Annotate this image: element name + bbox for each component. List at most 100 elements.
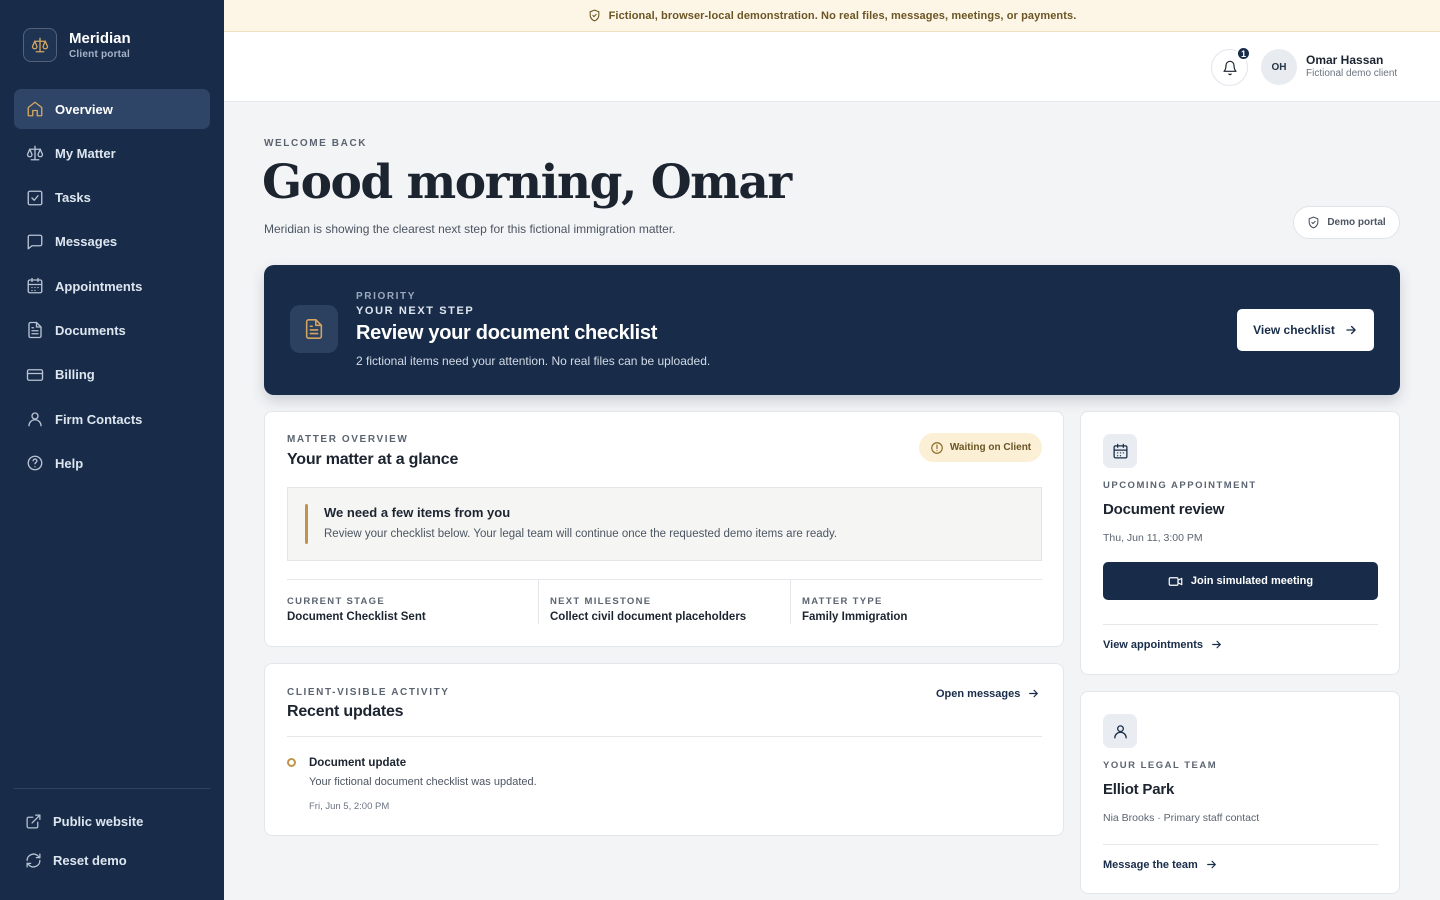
message-team-label: Message the team [1103,858,1198,871]
user-icon [26,410,44,428]
scales-logo-icon [23,28,57,62]
welcome-subtitle: Meridian is showing the clearest next st… [264,222,676,236]
sidebar-item-overview[interactable]: Overview [14,89,210,129]
sidebar-item-documents[interactable]: Documents [14,310,210,350]
upcoming-appointment-card: UPCOMING APPOINTMENT Document review Thu… [1080,411,1400,675]
message-team-link[interactable]: Message the team [1103,858,1218,871]
video-icon [1168,574,1183,589]
external-link-icon [24,812,42,830]
divider [287,579,1042,580]
stat-next-milestone: NEXT MILESTONE Collect civil document pl… [550,596,746,623]
view-checklist-button[interactable]: View checklist [1237,309,1374,351]
scales-icon [26,144,44,162]
priority-step-label: YOUR NEXT STEP [356,305,475,317]
stat-matter-type: MATTER TYPE Family Immigration [802,596,907,623]
brand-name: Meridian [69,29,131,47]
divider [1103,624,1378,625]
message-icon [26,233,44,251]
top-header: 1 OH Omar Hassan Fictional demo client [224,32,1440,102]
status-label: Waiting on Client [949,442,1032,453]
help-circle-icon [26,454,44,472]
brand-subtitle: Client portal [69,48,130,60]
bell-icon [1222,60,1238,76]
activity-item-title: Document update [309,757,407,769]
user-name: Omar Hassan [1306,53,1384,67]
sidebar-item-label: Billing [55,367,95,383]
view-appointments-link[interactable]: View appointments [1103,638,1223,651]
avatar[interactable]: OH [1261,49,1297,85]
appointment-datetime: Thu, Jun 11, 3:00 PM [1103,532,1203,544]
brand[interactable]: Meridian Client portal [23,28,131,62]
status-badge: Waiting on Client [919,433,1042,462]
legal-team-card: YOUR LEGAL TEAM Elliot Park Nia Brooks ·… [1080,691,1400,894]
matter-overview-card: MATTER OVERVIEW Your matter at a glance … [264,411,1064,647]
arrow-right-icon [1344,323,1358,337]
divider [1103,844,1378,845]
user-icon [1103,714,1137,748]
stat-value: Document Checklist Sent [287,611,426,623]
user-subtitle: Fictional demo client [1306,68,1398,79]
stat-label: NEXT MILESTONE [550,596,652,607]
sidebar-nav: Overview My Matter Tasks Messages Appoin… [14,89,210,488]
sidebar-bottom-nav: Public website Reset demo [14,802,210,880]
sidebar-item-my-matter[interactable]: My Matter [14,133,210,173]
team-subtitle: Nia Brooks · Primary staff contact [1103,812,1260,824]
sidebar-item-appointments[interactable]: Appointments [14,266,210,306]
view-checklist-label: View checklist [1253,323,1335,337]
activity-eyebrow: CLIENT-VISIBLE ACTIVITY [287,687,450,698]
priority-title: Review your document checklist [356,322,658,344]
sidebar-item-billing[interactable]: Billing [14,355,210,395]
divider [287,736,1042,737]
stat-label: CURRENT STAGE [287,596,386,607]
join-meeting-button[interactable]: Join simulated meeting [1103,562,1378,600]
view-appointments-label: View appointments [1103,638,1204,651]
sidebar-item-label: Public website [53,813,144,829]
page-title: Good morning, Omar [262,155,792,210]
reset-demo-button[interactable]: Reset demo [14,841,210,879]
stat-value: Family Immigration [802,611,908,623]
open-messages-link[interactable]: Open messages [936,687,1040,700]
arrow-right-icon [1027,687,1040,700]
priority-eyebrow: PRIORITY [356,291,417,302]
public-website-link[interactable]: Public website [14,802,210,840]
recent-updates-card: CLIENT-VISIBLE ACTIVITY Recent updates O… [264,663,1064,836]
sidebar-item-firm-contacts[interactable]: Firm Contacts [14,399,210,439]
sidebar-item-label: Help [55,455,84,471]
priority-card: PRIORITY YOUR NEXT STEP Review your docu… [264,265,1400,395]
join-meeting-label: Join simulated meeting [1190,575,1314,587]
activity-item-time: Fri, Jun 5, 2:00 PM [309,801,390,812]
demo-banner: Fictional, browser-local demonstration. … [224,0,1440,32]
refresh-icon [24,851,42,869]
sidebar-item-label: Reset demo [53,852,127,868]
demo-portal-badge: Demo portal [1293,206,1400,239]
notifications-button[interactable]: 1 [1211,46,1251,86]
alert-circle-icon [930,441,944,455]
team-lead-name: Elliot Park [1103,781,1175,798]
notice-title: We need a few items from you [324,505,511,520]
sidebar-item-help[interactable]: Help [14,443,210,483]
sidebar-item-messages[interactable]: Messages [14,222,210,262]
arrow-right-icon [1210,638,1223,651]
arrow-right-icon [1205,858,1218,871]
document-icon [26,321,44,339]
sidebar-item-label: Overview [55,101,113,117]
sidebar-item-label: Appointments [55,278,143,294]
shield-check-icon [1307,216,1320,229]
stat-label: MATTER TYPE [802,596,883,607]
calendar-icon [26,277,44,295]
notice-accent-bar [305,504,308,544]
activity-title: Recent updates [287,703,404,720]
banner-text: Fictional, browser-local demonstration. … [608,9,1077,22]
welcome-eyebrow: WELCOME BACK [264,138,368,149]
document-icon [290,305,338,353]
appointment-eyebrow: UPCOMING APPOINTMENT [1103,480,1257,491]
sidebar-item-label: Messages [55,234,118,250]
activity-item-text: Your fictional document checklist was up… [309,776,537,788]
timeline-dot [287,758,296,767]
team-eyebrow: YOUR LEGAL TEAM [1103,760,1218,771]
user-info[interactable]: Omar Hassan Fictional demo client [1306,52,1397,80]
sidebar-item-label: Documents [55,322,126,338]
sidebar-item-tasks[interactable]: Tasks [14,178,210,218]
calendar-icon [1103,434,1137,468]
demo-portal-label: Demo portal [1327,217,1386,228]
